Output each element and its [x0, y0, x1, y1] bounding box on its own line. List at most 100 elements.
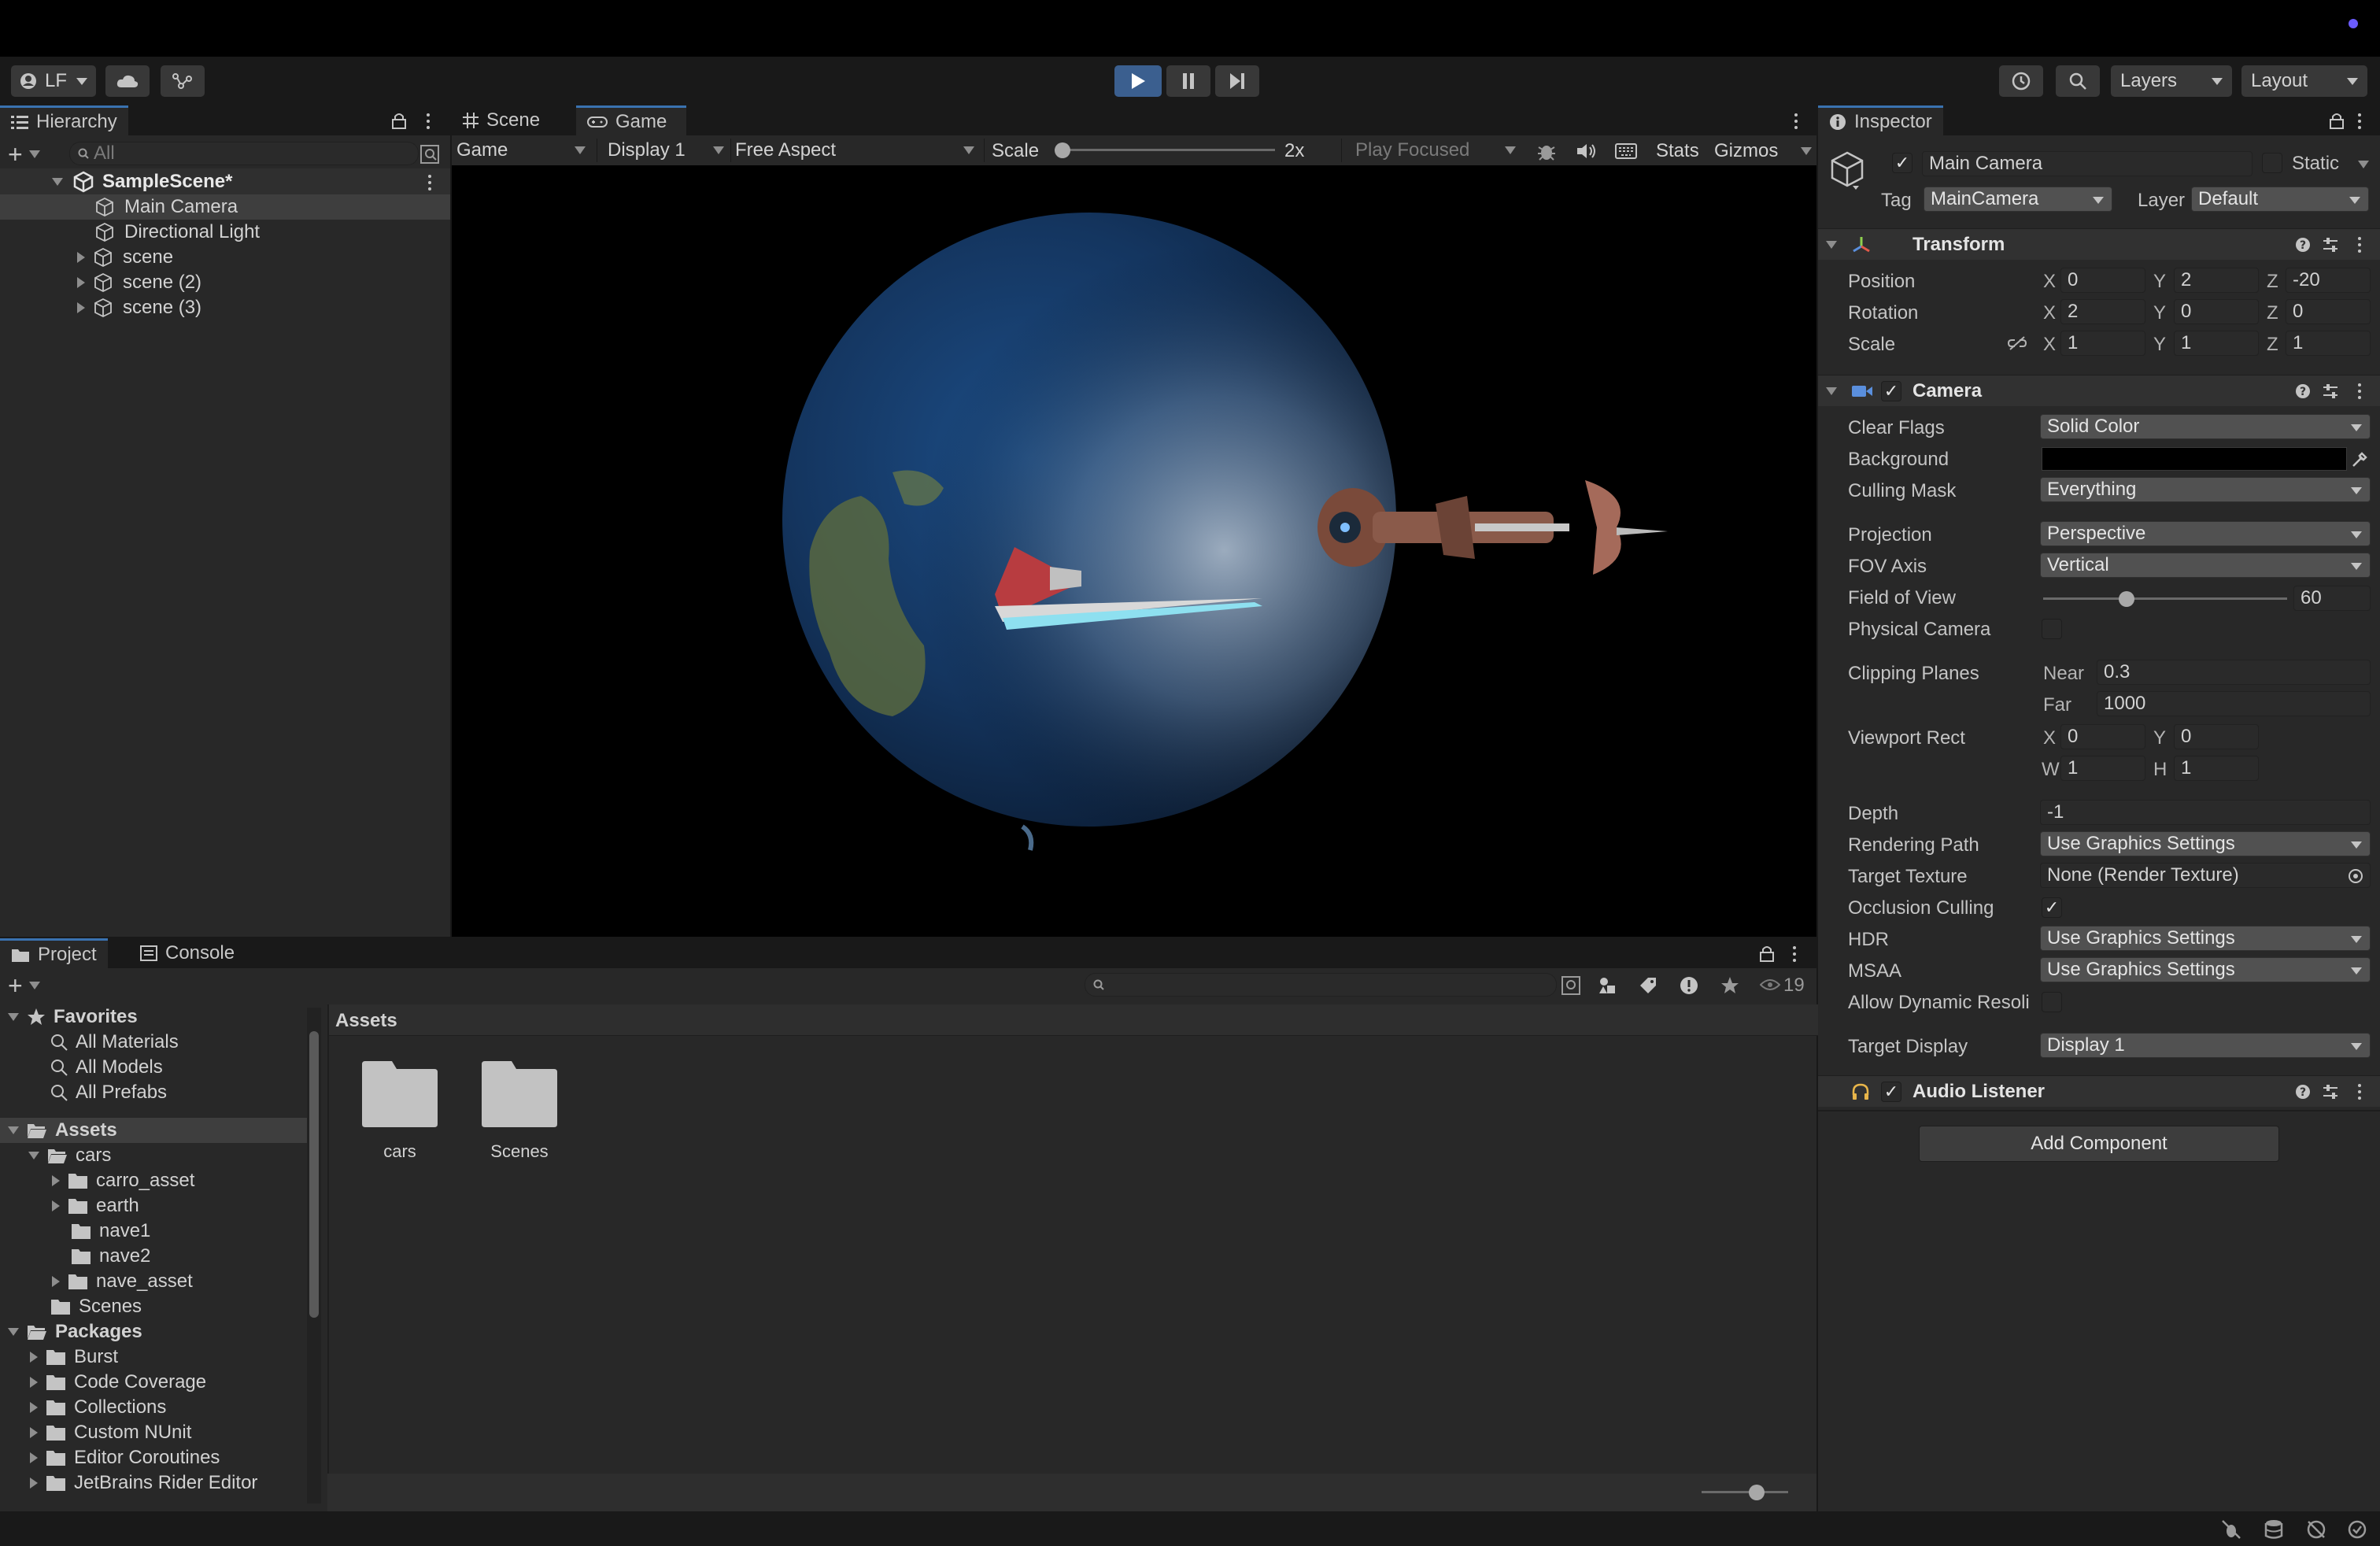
target-texture-field[interactable]: None (Render Texture) — [2040, 863, 2371, 888]
tab-console[interactable]: Console — [129, 938, 246, 968]
far-field[interactable]: 1000 — [2097, 691, 2371, 716]
folder-row-nave1[interactable]: nave1 — [71, 1219, 150, 1244]
presets-icon[interactable] — [2322, 237, 2339, 253]
rotation-y-field[interactable]: 0 — [2174, 299, 2259, 324]
position-z-field[interactable]: -20 — [2286, 268, 2371, 293]
physical-camera-checkbox[interactable] — [2042, 619, 2062, 639]
aspect-dropdown[interactable]: Free Aspect — [735, 137, 981, 164]
project-search-input[interactable] — [1085, 973, 1557, 997]
folder-row-nave2[interactable]: nave2 — [71, 1244, 150, 1269]
display-mode-dropdown[interactable]: Game — [456, 137, 592, 164]
collapse-arrow-icon[interactable] — [1826, 387, 1837, 395]
network-off-icon[interactable] — [2306, 1519, 2326, 1540]
stats-button[interactable]: Stats — [1656, 140, 1699, 162]
pause-button[interactable] — [1166, 65, 1210, 97]
expand-arrow-icon[interactable] — [30, 1452, 38, 1463]
msaa-dropdown[interactable]: Use Graphics Settings — [2040, 957, 2371, 982]
allow-dynamic-resolution-checkbox[interactable] — [2042, 992, 2062, 1012]
expand-arrow-icon[interactable] — [30, 1478, 38, 1489]
hierarchy-item-directional-light[interactable]: Directional Light — [94, 220, 260, 245]
assets-row[interactable]: Assets — [8, 1118, 117, 1143]
package-row[interactable]: Editor Coroutines — [30, 1445, 220, 1470]
inspector-menu-icon[interactable] — [2358, 113, 2361, 129]
account-dropdown[interactable]: LF — [11, 65, 96, 97]
expand-arrow-icon[interactable] — [30, 1352, 38, 1363]
bug-icon[interactable] — [1536, 141, 1557, 161]
slider-thumb[interactable] — [1055, 142, 1070, 158]
hierarchy-item-scene-2[interactable]: scene (2) — [77, 270, 201, 295]
tab-project[interactable]: Project — [0, 938, 108, 968]
static-dropdown-icon[interactable] — [2358, 161, 2369, 168]
database-icon[interactable] — [2264, 1519, 2284, 1540]
icon-size-slider[interactable] — [1702, 1483, 1788, 1502]
help-icon[interactable]: ? — [2295, 383, 2311, 399]
expand-arrow-icon[interactable] — [77, 302, 85, 313]
tab-hierarchy[interactable]: Hierarchy — [0, 105, 128, 135]
lock-icon[interactable] — [1760, 945, 1774, 962]
scale-slider[interactable] — [1055, 141, 1306, 160]
static-checkbox[interactable] — [2262, 153, 2282, 173]
folder-row-carro-asset[interactable]: carro_asset — [52, 1168, 194, 1193]
gizmos-dropdown-icon[interactable] — [1801, 147, 1812, 155]
favorites-item[interactable]: All Models — [50, 1055, 163, 1080]
depth-field[interactable]: -1 — [2040, 800, 2371, 825]
culling-mask-dropdown[interactable]: Everything — [2040, 477, 2371, 502]
lock-icon[interactable] — [392, 112, 406, 129]
gizmos-button[interactable]: Gizmos — [1714, 140, 1778, 162]
expand-arrow-icon[interactable] — [52, 1175, 60, 1186]
hierarchy-item-scene[interactable]: scene — [77, 245, 173, 270]
fov-slider[interactable] — [2043, 589, 2287, 609]
audio-listener-menu-icon[interactable] — [2358, 1084, 2361, 1100]
near-field[interactable]: 0.3 — [2097, 660, 2371, 685]
play-focused-dropdown[interactable]: Play Focused — [1355, 137, 1521, 164]
viewport-w-field[interactable]: 1 — [2060, 756, 2145, 781]
transform-header[interactable]: Transform ? — [1818, 228, 2380, 260]
eyedropper-icon[interactable] — [2350, 450, 2369, 469]
hierarchy-item-main-camera[interactable]: Main Camera — [94, 194, 238, 220]
step-button[interactable] — [1215, 65, 1259, 97]
audio-listener-header[interactable]: ✓ Audio Listener ? — [1818, 1075, 2380, 1107]
occlusion-culling-checkbox[interactable]: ✓ — [2042, 897, 2062, 918]
layout-dropdown[interactable]: Layout — [2241, 65, 2367, 97]
favorites-item[interactable]: All Materials — [50, 1030, 179, 1055]
package-row[interactable]: Collections — [30, 1395, 166, 1420]
background-color-swatch[interactable] — [2042, 447, 2347, 471]
help-icon[interactable]: ? — [2295, 1084, 2311, 1100]
rotation-x-field[interactable]: 2 — [2060, 299, 2145, 324]
scenes-row[interactable]: Scenes — [50, 1294, 142, 1319]
tab-game[interactable]: Game — [576, 105, 686, 135]
folder-row-nave-asset[interactable]: nave_asset — [52, 1269, 193, 1294]
hdr-dropdown[interactable]: Use Graphics Settings — [2040, 926, 2371, 951]
scene-search-icon[interactable] — [420, 145, 439, 164]
camera-enabled-checkbox[interactable]: ✓ — [1881, 381, 1901, 401]
link-icon[interactable] — [2007, 335, 2027, 351]
expand-arrow-icon[interactable] — [8, 1126, 19, 1134]
expand-arrow-icon[interactable] — [77, 277, 85, 288]
asset-folder-cars[interactable]: cars — [360, 1061, 447, 1171]
favorite-star-icon[interactable] — [1720, 976, 1739, 995]
hierarchy-item-scene-3[interactable]: scene (3) — [77, 295, 201, 320]
tab-scene[interactable]: Scene — [452, 105, 551, 135]
package-row[interactable]: JetBrains Rider Editor — [30, 1470, 257, 1496]
layer-dropdown[interactable]: Default — [2191, 187, 2369, 212]
add-component-button[interactable]: Add Component — [1919, 1126, 2279, 1162]
play-button[interactable] — [1114, 65, 1162, 97]
display-dropdown[interactable]: Display 1 — [608, 137, 729, 164]
cloud-button[interactable] — [105, 65, 150, 97]
breadcrumb-assets[interactable]: Assets — [335, 1010, 397, 1032]
tag-dropdown[interactable]: MainCamera — [1924, 187, 2112, 212]
project-menu-icon[interactable] — [1793, 946, 1796, 962]
camera-header[interactable]: ✓ Camera ? — [1818, 375, 2380, 406]
audio-listener-enabled-checkbox[interactable]: ✓ — [1881, 1082, 1901, 1102]
slider-thumb[interactable] — [2118, 591, 2134, 607]
check-circle-icon[interactable] — [2347, 1519, 2367, 1540]
folder-row-earth[interactable]: earth — [52, 1193, 139, 1219]
expand-arrow-icon[interactable] — [52, 1200, 60, 1211]
position-y-field[interactable]: 2 — [2174, 268, 2259, 293]
audio-mute-icon[interactable] — [1576, 142, 1596, 161]
object-name-field[interactable]: Main Camera — [1922, 151, 2252, 176]
projection-dropdown[interactable]: Perspective — [2040, 521, 2371, 546]
game-menu-icon[interactable] — [1794, 113, 1798, 129]
rendering-path-dropdown[interactable]: Use Graphics Settings — [2040, 831, 2371, 856]
expand-arrow-icon[interactable] — [30, 1377, 38, 1388]
